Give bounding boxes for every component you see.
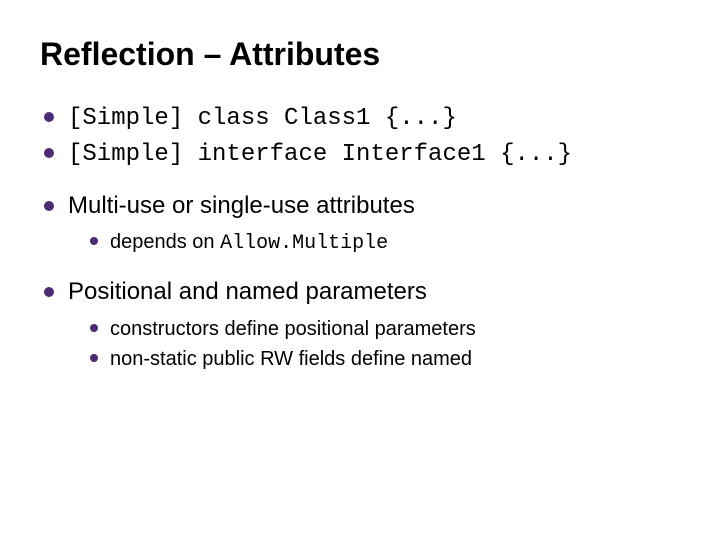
code-allow: Allow. xyxy=(220,232,292,255)
code-multiple: Multiple xyxy=(292,232,388,255)
sub-bullet-list: depends on Allow.Multiple xyxy=(68,228,680,258)
sub-bullet-depends: depends on Allow.Multiple xyxy=(88,228,680,258)
bullet-multi-use: Multi-use or single-use attributes depen… xyxy=(40,190,680,258)
sub-bullet-fields: non-static public RW fields define named xyxy=(88,345,680,373)
sub-bullet-text: constructors define positional parameter… xyxy=(110,318,476,340)
bullet-code-class: [Simple] class Class1 {...} xyxy=(40,101,680,135)
spacer xyxy=(40,174,680,188)
sub-bullet-list: constructors define positional parameter… xyxy=(68,315,680,373)
slide-title: Reflection – Attributes xyxy=(40,36,680,73)
sub-bullet-prefix: depends on xyxy=(110,231,220,253)
sub-bullet-constructors: constructors define positional parameter… xyxy=(88,315,680,343)
spacer xyxy=(40,260,680,274)
code-text: [Simple] class Class1 {...} xyxy=(68,105,457,132)
bullet-text: Positional and named parameters xyxy=(68,278,427,305)
sub-bullet-text: non-static public RW fields define named xyxy=(110,348,472,370)
slide: Reflection – Attributes [Simple] class C… xyxy=(0,0,720,540)
bullet-text: Multi-use or single-use attributes xyxy=(68,192,415,219)
code-text: [Simple] interface Interface1 {...} xyxy=(68,141,572,168)
bullet-list: [Simple] class Class1 {...} [Simple] int… xyxy=(40,101,680,373)
bullet-positional-named: Positional and named parameters construc… xyxy=(40,276,680,372)
bullet-code-interface: [Simple] interface Interface1 {...} xyxy=(40,137,680,171)
